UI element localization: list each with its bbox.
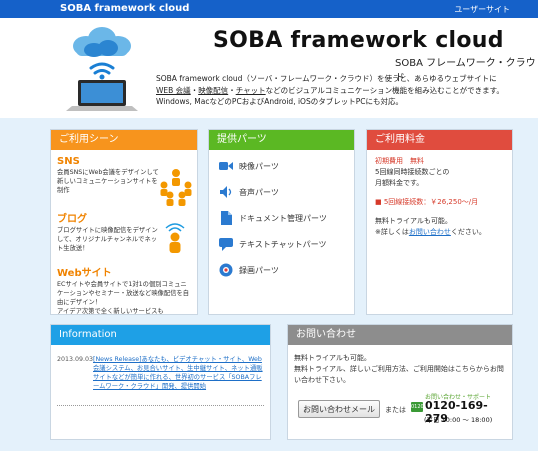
pricing-line2: 月額料金です。 — [375, 179, 424, 187]
feature-label: 録画パーツ — [239, 265, 279, 275]
feature-recording[interactable]: 録画パーツ — [219, 262, 279, 278]
hero: SOBA framework cloud SOBA フレームワーク・クラウド S… — [0, 18, 538, 118]
content-area: ご利用シーン SNS 会員SNSにWeb会議をデザインして 新しいコミュニケーシ… — [0, 118, 538, 451]
phone-contact[interactable]: お問い合わせ・サポート 0120 0120-169-279 (平日 10:00 … — [411, 392, 503, 426]
feature-label: 映像パーツ — [239, 161, 279, 171]
contact-heading: お問い合わせ — [288, 325, 512, 345]
news-date: 2013.09.03 — [57, 356, 94, 363]
usecase-title: ブログ — [57, 214, 87, 225]
contact-text-line2: 無料トライアル、詳しいご利用方法、ご利用開始はこちらからお問い合わせ下さい。 — [294, 365, 504, 384]
record-icon — [219, 263, 233, 277]
pricing-line1: 5回線同時接続数ごとの — [375, 168, 450, 176]
features-heading: 提供パーツ — [209, 130, 354, 150]
free-dial-icon: 0120 — [411, 402, 424, 412]
contact-card: お問い合わせ 無料トライアルも可能。 無料トライアル、詳しいご利用方法、ご利用開… — [287, 324, 513, 440]
usecase-title: SNS — [57, 156, 80, 167]
usecase-text: ECサイトや会員サイトで1対1の個別コミュニ ケーションやセミナー・放送など映像… — [57, 281, 190, 315]
feature-video[interactable]: 映像パーツ — [219, 158, 279, 174]
speaker-icon — [219, 185, 233, 199]
video-icon — [219, 159, 233, 173]
link-video-delivery[interactable]: 映像配信 — [198, 86, 228, 95]
feature-document[interactable]: ドキュメント管理パーツ — [219, 210, 327, 226]
usecase-text: ブログサイトに映像配信をデザイン して、オリジナルチャンネルでネッ ト生放送！ — [57, 227, 158, 252]
or-label: または — [385, 406, 406, 414]
features-card: 提供パーツ 映像パーツ 音声パーツ ドキュメント管理パーツ テキストチャットパー… — [208, 129, 355, 315]
news-link[interactable]: [News Release]あなたも、ビデオチャット・サイト、Web会議システム… — [93, 355, 265, 391]
feature-label: ドキュメント管理パーツ — [239, 213, 327, 223]
divider — [57, 405, 264, 406]
usecases-card: ご利用シーン SNS 会員SNSにWeb会議をデザインして 新しいコミュニケーシ… — [50, 129, 198, 315]
usecase-text: 会員SNSにWeb会議をデザインして 新しいコミュニケーションサイトを 制作 — [57, 169, 159, 194]
usecase-title: Webサイト — [57, 268, 112, 279]
desc-separator: ・ — [228, 85, 236, 95]
price: ■ 5回線接続数：￥26,250〜/月 — [375, 198, 479, 206]
desc-line2-rest: などのビジュアルコミュニケーション機能を組み込むことができます。 — [265, 85, 504, 95]
top-bar: SOBA framework cloud ユーザーサイト — [0, 0, 538, 18]
information-heading: Information — [51, 325, 270, 345]
feature-text-chat[interactable]: テキストチャットパーツ — [219, 236, 327, 252]
pricing-heading: ご利用料金 — [367, 130, 512, 150]
desc-line1: SOBA framework cloud（ソーバ・フレームワーク・クラウド）を使… — [156, 74, 497, 83]
page-title: SOBA framework cloud — [213, 28, 504, 53]
usecase-blog[interactable]: ブログ ブログサイトに映像配信をデザイン して、オリジナルチャンネルでネッ ト生… — [57, 210, 158, 253]
pricing-card: ご利用料金 初期費用 無料 5回線同時接続数ごとの 月額料金です。 ■ 5回線接… — [366, 129, 513, 315]
usecase-sns[interactable]: SNS 会員SNSにWeb会議をデザインして 新しいコミュニケーションサイトを … — [57, 156, 159, 195]
detail-suffix: ください。 — [450, 228, 486, 236]
detail-note: ※詳しくはお問い合わせください。 — [375, 227, 509, 238]
desc-line3: Windows, MacなどのPCおよびAndroid, iOSのタブレットPC… — [156, 97, 403, 106]
contact-text-line1: 無料トライアルも可能。 — [294, 354, 371, 362]
information-card: Information 2013.09.03 [News Release]あなた… — [50, 324, 271, 440]
hero-description: SOBA framework cloud（ソーバ・フレームワーク・クラウド）を使… — [156, 73, 516, 108]
pricing-body: 初期費用 無料 5回線同時接続数ごとの 月額料金です。 ■ 5回線接続数：￥26… — [375, 156, 509, 238]
broadcaster-icon — [165, 223, 185, 253]
link-web-meeting[interactable]: WEB 会議 — [156, 86, 191, 95]
feature-label: 音声パーツ — [239, 187, 279, 197]
user-site-link[interactable]: ユーザーサイト — [454, 4, 510, 15]
contact-text: 無料トライアルも可能。 無料トライアル、詳しいご利用方法、ご利用開始はこちらから… — [294, 353, 506, 386]
contact-mail-button[interactable]: お問い合わせメール — [298, 400, 380, 418]
cloud-laptop-logo-icon — [66, 27, 138, 111]
feature-label: テキストチャットパーツ — [239, 239, 327, 249]
chat-icon — [219, 237, 233, 251]
trial-note: 無料トライアルも可能。 — [375, 217, 452, 225]
brand-name[interactable]: SOBA framework cloud — [60, 3, 189, 14]
link-chat[interactable]: チャット — [236, 86, 266, 95]
detail-prefix: ※詳しくは — [375, 228, 409, 236]
phone-hours: (平日 10:00 〜 18:00) — [424, 416, 493, 424]
inquiry-link[interactable]: お問い合わせ — [409, 228, 451, 236]
document-icon — [219, 211, 233, 225]
initial-cost: 初期費用 無料 — [375, 157, 424, 165]
usecases-heading: ご利用シーン — [51, 130, 197, 150]
usecase-website[interactable]: Webサイト ECサイトや会員サイトで1対1の個別コミュニ ケーションやセミナー… — [57, 264, 189, 316]
people-group-icon — [160, 169, 192, 206]
feature-audio[interactable]: 音声パーツ — [219, 184, 279, 200]
